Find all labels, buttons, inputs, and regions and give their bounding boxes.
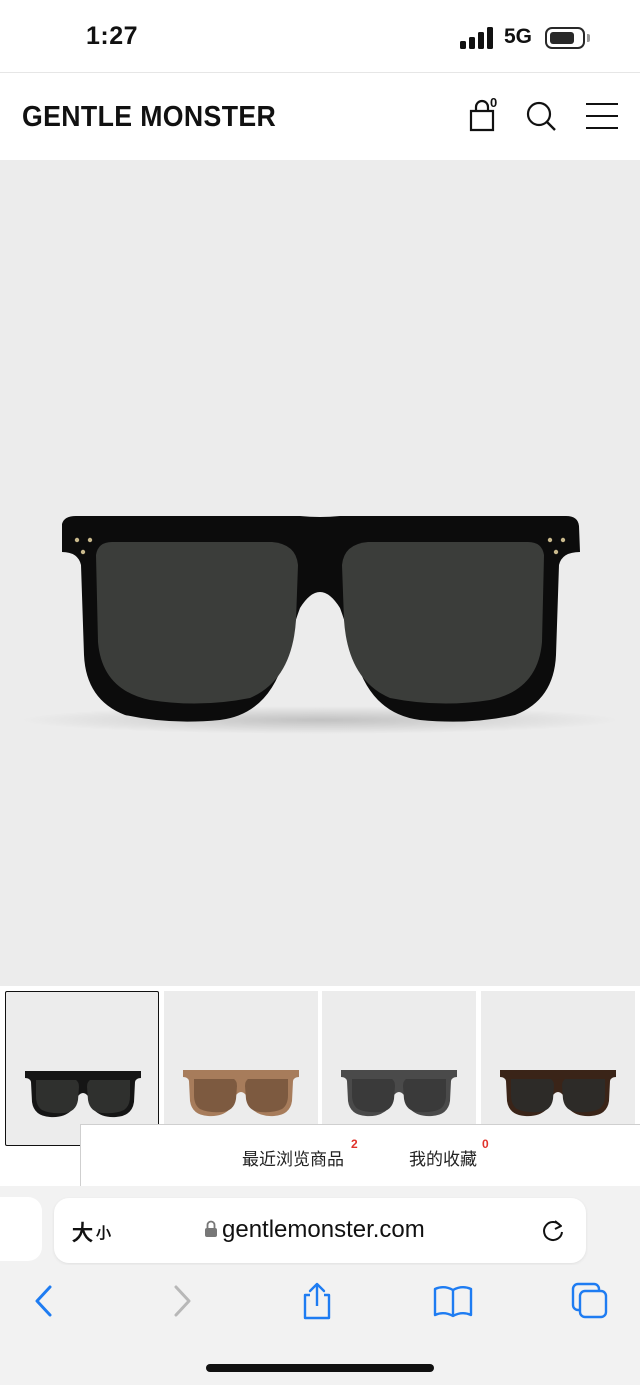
- text-size-large[interactable]: 大: [72, 1217, 93, 1247]
- tabs-icon[interactable]: [570, 1281, 610, 1321]
- thumbnail-lens: [562, 1079, 605, 1113]
- signal-icon: [460, 27, 494, 49]
- recently-viewed-link[interactable]: 最近浏览商品: [242, 1145, 344, 1170]
- site-header: GENTLE MONSTER 0: [0, 72, 640, 160]
- thumbnail-lens: [511, 1079, 554, 1113]
- reload-icon[interactable]: [540, 1217, 566, 1243]
- previous-tab-peek[interactable]: [0, 1197, 42, 1261]
- thumbnail-lens: [36, 1080, 79, 1114]
- sunglasses-image: [20, 516, 620, 734]
- thumbnail-lens: [352, 1079, 395, 1113]
- safari-address-area: 大 小 gentlemonster.com: [0, 1186, 640, 1265]
- thumbnail-lens: [403, 1079, 446, 1113]
- url-text[interactable]: gentlemonster.com: [222, 1216, 425, 1244]
- menu-icon[interactable]: [585, 99, 619, 133]
- thumbnail-lens: [87, 1080, 130, 1114]
- text-size-small[interactable]: 小: [96, 1222, 111, 1243]
- thumbnail-tortoise[interactable]: [481, 991, 635, 1146]
- bookmarks-icon[interactable]: [433, 1281, 473, 1321]
- network-label: 5G: [504, 25, 533, 48]
- status-bar: 1:27 5G: [0, 0, 640, 72]
- battery-icon: [545, 27, 585, 49]
- status-time: 1:27: [86, 22, 139, 50]
- thumbnail-black[interactable]: [5, 991, 159, 1146]
- thumbnail-lens: [245, 1079, 288, 1113]
- home-indicator: [206, 1364, 434, 1372]
- share-icon[interactable]: [297, 1281, 337, 1321]
- favorites-count: 0: [482, 1137, 489, 1151]
- address-bar[interactable]: 大 小 gentlemonster.com: [54, 1198, 586, 1263]
- brand-logo[interactable]: GENTLE MONSTER: [22, 101, 276, 134]
- back-icon[interactable]: [24, 1281, 64, 1321]
- favorites-link[interactable]: 我的收藏: [409, 1145, 477, 1170]
- product-hero-image[interactable]: [0, 160, 640, 986]
- recently-viewed-count: 2: [351, 1137, 358, 1151]
- thumbnail-grey[interactable]: [322, 991, 476, 1146]
- search-icon[interactable]: [524, 99, 558, 133]
- recent-favorites-bar: 最近浏览商品 2 我的收藏 0: [80, 1124, 640, 1186]
- cart-count: 0: [490, 95, 498, 110]
- lock-icon: [205, 1220, 217, 1237]
- thumbnail-lens: [194, 1079, 237, 1113]
- battery-cap: [587, 34, 590, 42]
- forward-icon[interactable]: [162, 1281, 202, 1321]
- thumbnail-brown[interactable]: [164, 991, 318, 1146]
